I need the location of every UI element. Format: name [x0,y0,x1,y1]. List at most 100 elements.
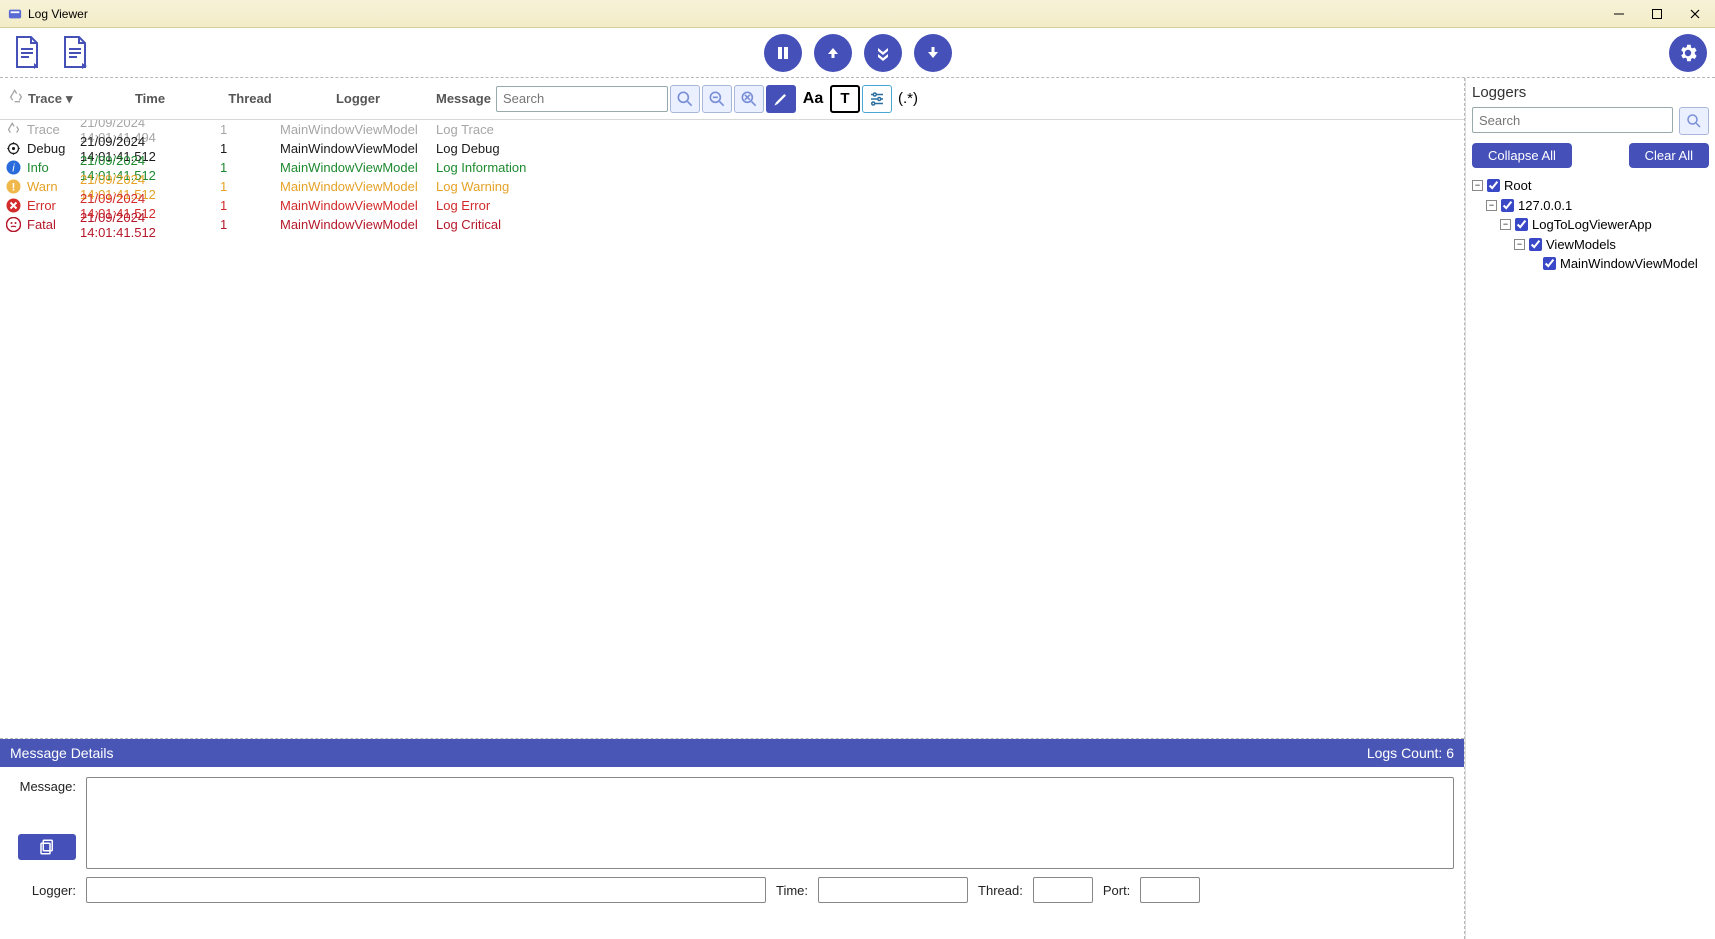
details-thread-label: Thread: [978,883,1023,898]
whole-word-toggle[interactable]: T [830,85,860,113]
log-columns-header: Trace ▾ Time Thread Logger Message [0,78,1464,120]
loggers-search-input[interactable] [1472,107,1673,133]
search-next-button[interactable] [670,85,700,113]
log-level: Error [27,198,56,213]
scroll-down-button[interactable] [914,34,952,72]
column-header-thread[interactable]: Thread [220,91,280,106]
scroll-to-end-button[interactable] [864,34,902,72]
case-sensitive-toggle[interactable]: Aa [798,85,828,113]
details-port-label: Port: [1103,883,1130,898]
log-level: Debug [27,141,65,156]
maximize-button[interactable] [1645,5,1669,23]
filter-options-button[interactable] [862,85,892,113]
search-prev-button[interactable] [702,85,732,113]
level-icon [6,217,21,232]
loggers-tree[interactable]: − Root − 127.0.0.1 − LogToLogViewerApp −… [1472,176,1709,274]
log-thread: 1 [220,122,280,137]
log-logger: MainWindowViewModel [280,179,436,194]
scroll-up-button[interactable] [814,34,852,72]
loggers-panel: Loggers Collapse All Clear All − Root − … [1465,78,1715,939]
column-header-time[interactable]: Time [80,91,220,106]
settings-button[interactable] [1669,34,1707,72]
tree-expand-icon[interactable]: − [1486,200,1497,211]
tree-checkbox-ip[interactable] [1501,199,1514,212]
column-header-message: Message [436,91,496,106]
level-filter-dropdown[interactable]: Trace ▾ [28,91,73,107]
tree-expand-icon[interactable]: − [1500,219,1511,230]
log-logger: MainWindowViewModel [280,122,436,137]
logs-count-label: Logs Count: 6 [1367,745,1454,761]
tree-checkbox-root[interactable] [1487,179,1500,192]
level-icon [6,141,21,156]
loggers-panel-title: Loggers [1472,84,1709,101]
tree-node-vm[interactable]: ViewModels [1546,235,1616,255]
log-row[interactable]: Fatal21/09/2024 14:01:41.5121MainWindowV… [0,215,1464,234]
log-thread: 1 [220,160,280,175]
log-level: Info [27,160,49,175]
recycle-icon [8,89,24,108]
svg-text:!: ! [12,182,16,194]
log-logger: MainWindowViewModel [280,217,436,232]
log-message: Log Trace [436,122,1460,137]
loggers-search-button[interactable] [1679,107,1709,135]
tree-node-app[interactable]: LogToLogViewerApp [1532,215,1652,235]
close-button[interactable] [1683,5,1707,23]
log-message: Log Debug [436,141,1460,156]
level-icon [6,198,21,213]
tree-node-root[interactable]: Root [1504,176,1531,196]
title-bar: Log Viewer [0,0,1715,28]
details-time-label: Time: [776,883,808,898]
log-thread: 1 [220,198,280,213]
chevron-down-icon: ▾ [66,91,73,107]
log-message: Log Error [436,198,1460,213]
minimize-button[interactable] [1607,5,1631,23]
log-logger: MainWindowViewModel [280,160,436,175]
app-icon [8,7,22,21]
log-time: 21/09/2024 14:01:41.512 [80,210,220,240]
details-time-field[interactable] [818,877,968,903]
log-level: Fatal [27,217,56,232]
details-message-box[interactable] [86,777,1454,869]
tree-node-mainvm[interactable]: MainWindowViewModel [1560,254,1698,274]
level-icon [6,122,21,137]
level-icon: ! [6,179,21,194]
tree-expand-icon[interactable]: − [1514,239,1525,250]
details-message-label: Message: [10,777,76,794]
highlight-toggle[interactable] [766,85,796,113]
details-port-field[interactable] [1140,877,1200,903]
export-file-button[interactable] [56,34,94,72]
tree-expand-icon[interactable]: − [1472,180,1483,191]
log-thread: 1 [220,179,280,194]
details-thread-field[interactable] [1033,877,1093,903]
regex-indicator: (.*) [898,90,918,107]
log-message: Log Warning [436,179,1460,194]
level-filter-label: Trace [28,91,62,106]
log-level: Warn [27,179,58,194]
open-file-button[interactable] [8,34,46,72]
log-message: Log Information [436,160,1460,175]
details-logger-label: Logger: [10,883,76,898]
log-message: Log Critical [436,217,1460,232]
details-logger-field[interactable] [86,877,766,903]
message-search-input[interactable] [496,86,668,112]
log-thread: 1 [220,141,280,156]
copy-message-button[interactable] [18,834,76,860]
tree-node-ip[interactable]: 127.0.0.1 [1518,196,1572,216]
tree-checkbox-vm[interactable] [1529,238,1542,251]
level-icon: i [6,160,21,175]
tree-checkbox-app[interactable] [1515,218,1528,231]
tree-checkbox-mainvm[interactable] [1543,257,1556,270]
window-title: Log Viewer [28,7,88,21]
pause-button[interactable] [764,34,802,72]
top-toolbar [0,28,1715,78]
log-thread: 1 [220,217,280,232]
log-logger: MainWindowViewModel [280,141,436,156]
log-logger: MainWindowViewModel [280,198,436,213]
clear-all-button[interactable]: Clear All [1629,143,1709,168]
search-clear-button[interactable] [734,85,764,113]
log-level: Trace [27,122,60,137]
collapse-all-button[interactable]: Collapse All [1472,143,1572,168]
log-list[interactable]: Trace21/09/2024 14:01:41.4941MainWindowV… [0,120,1464,739]
column-header-logger[interactable]: Logger [280,91,436,106]
details-panel-title: Message Details [10,745,114,761]
